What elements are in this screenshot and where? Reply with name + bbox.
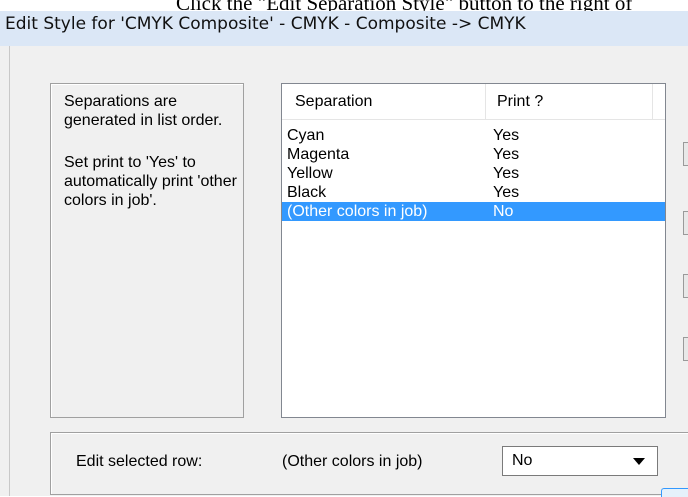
column-header-separation[interactable]: Separation [295, 93, 372, 111]
list-header: Separation Print ? [282, 84, 665, 120]
info-text-order: Separations are generated in list order. [64, 93, 223, 129]
print-dropdown[interactable]: No [502, 446, 658, 476]
separation-cell: (Other colors in job) [287, 203, 428, 220]
print-dropdown-value: No [512, 452, 533, 469]
separation-cell: Yellow [287, 165, 333, 182]
print-cell: Yes [493, 184, 520, 201]
print-cell: Yes [493, 146, 520, 163]
info-panel: Separations are generated in list order.… [50, 83, 244, 418]
list-row-magenta[interactable]: Magenta Yes [282, 145, 665, 164]
list-row-yellow[interactable]: Yellow Yes [282, 164, 665, 183]
edit-selected-row-group: Edit selected row: (Other colors in job)… [50, 432, 688, 495]
list-row-black[interactable]: Black Yes [282, 183, 665, 202]
title-bar[interactable]: Edit Style for 'CMYK Composite' - CMYK -… [0, 11, 688, 46]
selected-row-name: (Other colors in job) [282, 453, 423, 470]
separation-cell: Magenta [287, 146, 350, 163]
chevron-down-icon [633, 458, 645, 465]
remove-separation-button[interactable] [683, 337, 688, 361]
separation-cell: Cyan [287, 127, 325, 144]
separation-cell: Black [287, 184, 327, 201]
list-row-cyan[interactable]: Cyan Yes [282, 126, 665, 145]
move-up-button[interactable] [683, 142, 688, 166]
separation-list[interactable]: Separation Print ? Cyan Yes Magenta Yes … [281, 83, 666, 418]
column-divider[interactable] [485, 84, 486, 119]
edit-style-dialog: Edit Style for 'CMYK Composite' - CMYK -… [0, 11, 688, 496]
dialog-client-area: Separations are generated in list order.… [9, 46, 688, 496]
info-text-print: Set print to 'Yes' to automatically prin… [64, 154, 237, 209]
list-rows: Cyan Yes Magenta Yes Yellow Yes Black Ye… [282, 126, 665, 221]
column-divider[interactable] [652, 84, 653, 119]
edit-selected-row-label: Edit selected row: [76, 453, 203, 470]
add-separation-button[interactable] [683, 274, 688, 298]
window-title: Edit Style for 'CMYK Composite' - CMYK -… [5, 14, 526, 34]
print-cell: Yes [493, 127, 520, 144]
column-header-print[interactable]: Print ? [497, 93, 543, 111]
print-cell: No [493, 203, 514, 220]
print-cell: Yes [493, 165, 520, 182]
move-down-button[interactable] [683, 211, 688, 235]
list-row-other-colors[interactable]: (Other colors in job) No [282, 202, 665, 221]
